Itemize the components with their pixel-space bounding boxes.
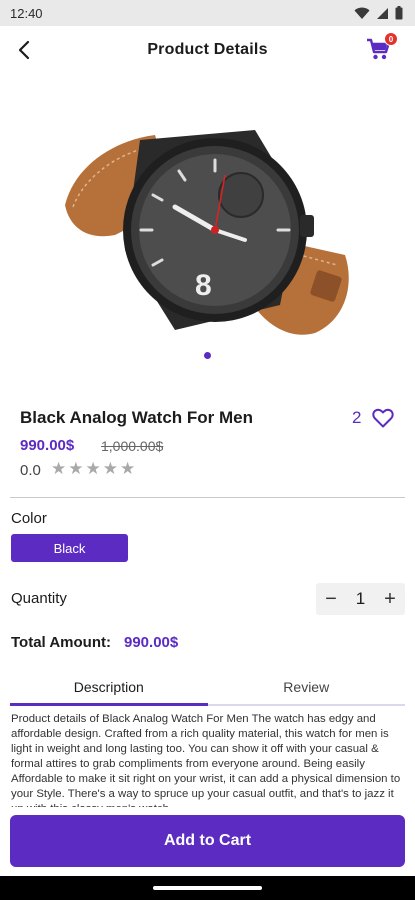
favorite-count: 2: [352, 408, 362, 427]
section-divider: [10, 497, 405, 498]
heart-icon: [372, 408, 394, 428]
watch-image: 8: [65, 130, 349, 335]
color-label: Color: [11, 510, 47, 527]
product-price: 990.00$: [20, 437, 75, 454]
star-icon[interactable]: ★: [103, 459, 118, 479]
total-amount-value: 990.00$: [124, 634, 179, 651]
battery-icon: [395, 6, 403, 20]
status-icons: [354, 6, 403, 20]
svg-text:8: 8: [195, 269, 212, 302]
product-image[interactable]: 8: [45, 95, 375, 350]
product-name: Black Analog Watch For Men: [20, 408, 253, 427]
favorite-button[interactable]: [371, 406, 395, 430]
quantity-value: 1: [355, 589, 366, 608]
tab-review[interactable]: Review: [207, 668, 406, 706]
detail-tabs: Description Review: [10, 668, 405, 706]
star-icon[interactable]: ★: [51, 459, 66, 479]
color-option-black[interactable]: Black: [11, 534, 128, 562]
quantity-label: Quantity: [11, 590, 67, 607]
page-title: Product Details: [147, 41, 268, 58]
add-to-cart-button[interactable]: Add to Cart: [10, 815, 405, 867]
increase-quantity-button[interactable]: +: [381, 589, 399, 609]
decrease-quantity-button[interactable]: −: [322, 589, 340, 609]
rating-stars: ★ ★ ★ ★ ★: [51, 459, 135, 479]
image-pager-dot[interactable]: [204, 352, 211, 359]
wifi-icon: [354, 7, 370, 19]
product-old-price: 1,000.00$: [101, 438, 164, 454]
app-header: Product Details 0: [0, 26, 415, 74]
total-amount-label: Total Amount:: [11, 634, 111, 651]
status-bar: 12:40: [0, 0, 415, 26]
home-indicator[interactable]: [153, 886, 262, 890]
status-time: 12:40: [10, 5, 43, 21]
tab-description[interactable]: Description: [10, 668, 208, 706]
product-description: Product details of Black Analog Watch Fo…: [11, 713, 401, 807]
back-arrow-icon: [18, 40, 30, 60]
star-icon[interactable]: ★: [120, 459, 135, 479]
star-icon[interactable]: ★: [68, 459, 83, 479]
signal-icon: [377, 7, 388, 19]
cart-button[interactable]: 0: [365, 32, 398, 64]
quantity-stepper: − 1 +: [316, 583, 405, 615]
rating-value: 0.0: [20, 462, 41, 479]
star-icon[interactable]: ★: [86, 459, 101, 479]
back-button[interactable]: [10, 36, 38, 64]
cart-count-badge: 0: [384, 32, 398, 46]
